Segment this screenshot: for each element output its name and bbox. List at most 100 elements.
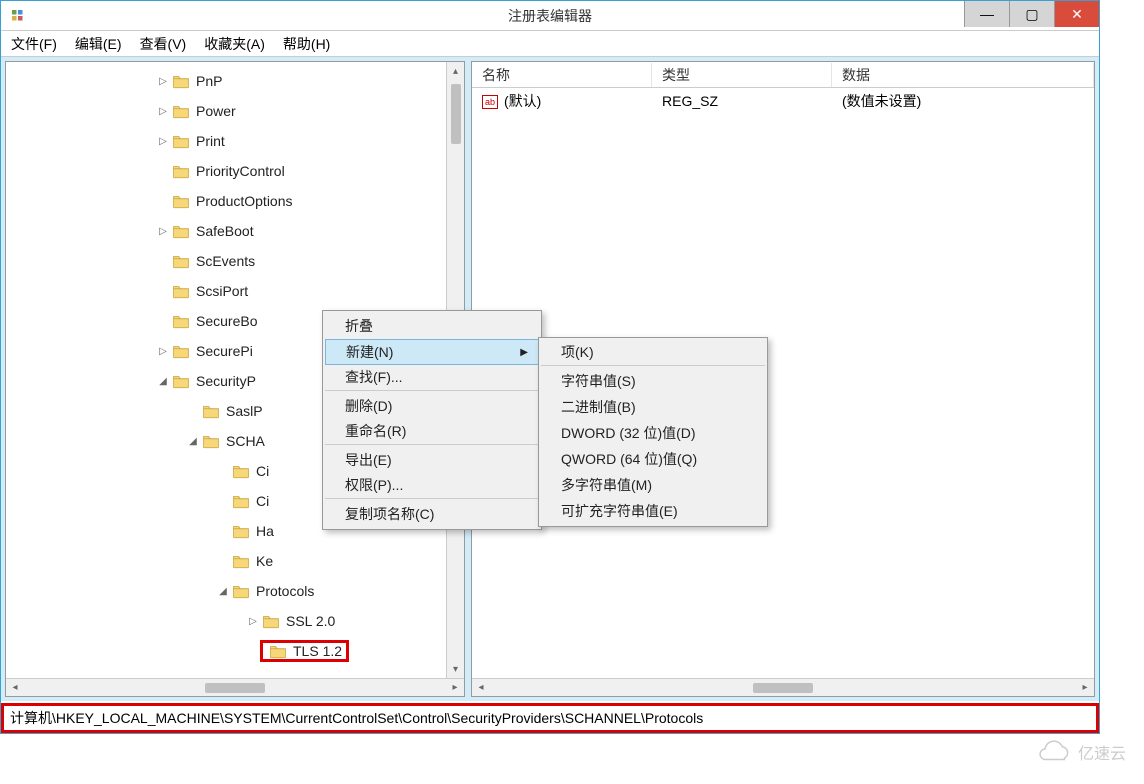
scroll-left-icon[interactable]: ◂	[6, 679, 24, 697]
context-menu-item[interactable]: 权限(P)...	[325, 473, 539, 499]
menu-edit[interactable]: 编辑(E)	[75, 34, 122, 54]
string-value-icon: ab	[482, 95, 498, 109]
tree-node[interactable]: ScEvents	[6, 246, 464, 276]
values-list[interactable]: ab(默认)REG_SZ(数值未设置)	[472, 88, 1094, 114]
scroll-left-icon[interactable]: ◂	[472, 679, 490, 697]
context-submenu-item[interactable]: QWORD (64 位)值(Q)	[541, 446, 765, 472]
expander-icon[interactable]: ◢	[216, 584, 230, 598]
tree-node[interactable]: Ke	[6, 546, 464, 576]
context-menu-item[interactable]: 删除(D)	[325, 393, 539, 419]
tree-label: PnP	[196, 73, 222, 89]
tree-node[interactable]: ▷ Print	[6, 126, 464, 156]
value-row[interactable]: ab(默认)REG_SZ(数值未设置)	[472, 88, 1094, 114]
folder-icon	[172, 163, 190, 179]
expander-icon	[216, 464, 230, 478]
tree-node[interactable]: ◢ Protocols	[6, 576, 464, 606]
tree-label: ScEvents	[196, 253, 255, 269]
menu-view[interactable]: 查看(V)	[140, 34, 187, 54]
tree-label: Print	[196, 133, 225, 149]
scroll-thumb[interactable]	[753, 683, 813, 693]
tree-node[interactable]: ▷ Power	[6, 96, 464, 126]
menu-fav[interactable]: 收藏夹(A)	[204, 34, 265, 54]
scroll-thumb[interactable]	[205, 683, 265, 693]
menu-help[interactable]: 帮助(H)	[283, 34, 330, 54]
expander-icon[interactable]: ▷	[156, 104, 170, 118]
cloud-icon	[1036, 740, 1072, 764]
context-submenu-item[interactable]: 可扩充字符串值(E)	[541, 498, 765, 524]
tree-node[interactable]: ScsiPort	[6, 276, 464, 306]
context-submenu-item[interactable]: 字符串值(S)	[541, 368, 765, 394]
folder-icon	[262, 613, 280, 629]
expander-icon[interactable]: ▷	[156, 224, 170, 238]
expander-icon	[156, 254, 170, 268]
value-name: ab(默认)	[472, 89, 652, 113]
expander-icon[interactable]: ◢	[186, 434, 200, 448]
window-title: 注册表编辑器	[508, 6, 592, 26]
expander-icon[interactable]: ▷	[156, 74, 170, 88]
tree-label: SecurityP	[196, 373, 256, 389]
folder-icon	[269, 643, 287, 659]
scroll-right-icon[interactable]: ▸	[446, 679, 464, 697]
folder-icon	[232, 583, 250, 599]
col-data[interactable]: 数据	[832, 63, 1094, 87]
selected-node[interactable]: TLS 1.2	[260, 640, 349, 662]
maximize-button[interactable]: ▢	[1009, 1, 1054, 27]
tree-label: Ha	[256, 523, 274, 539]
tree-node[interactable]: ▷SafeBoot	[6, 216, 464, 246]
tree-label: SecureBo	[196, 313, 257, 329]
scroll-up-icon[interactable]: ▴	[447, 62, 465, 80]
close-button[interactable]: ✕	[1054, 1, 1099, 27]
tree-label: TLS 1.2	[293, 643, 342, 659]
folder-icon	[172, 313, 190, 329]
status-path: 计算机\HKEY_LOCAL_MACHINE\SYSTEM\CurrentCon…	[10, 708, 703, 728]
tree-node[interactable]: ProductOptions	[6, 186, 464, 216]
menu-file[interactable]: 文件(F)	[11, 34, 57, 54]
tree-label: Power	[196, 103, 236, 119]
tree-node[interactable]: PriorityControl	[6, 156, 464, 186]
expander-icon	[156, 284, 170, 298]
scroll-down-icon[interactable]: ▾	[447, 660, 465, 678]
folder-icon	[202, 433, 220, 449]
tree-node[interactable]: ▷SSL 2.0	[6, 606, 464, 636]
tree-hscrollbar[interactable]: ◂ ▸	[6, 678, 464, 696]
expander-icon[interactable]: ▷	[156, 134, 170, 148]
col-name[interactable]: 名称	[472, 63, 652, 87]
scroll-right-icon[interactable]: ▸	[1076, 679, 1094, 697]
context-submenu-item[interactable]: DWORD (32 位)值(D)	[541, 420, 765, 446]
value-data: (数值未设置)	[832, 89, 1094, 113]
context-submenu-item[interactable]: 二进制值(B)	[541, 394, 765, 420]
tree-label: Protocols	[256, 583, 314, 599]
expander-icon	[156, 314, 170, 328]
expander-icon	[246, 644, 260, 658]
expander-icon[interactable]: ◢	[156, 374, 170, 388]
context-submenu-item[interactable]: 多字符串值(M)	[541, 472, 765, 498]
tree-label: Ke	[256, 553, 273, 569]
expander-icon	[216, 554, 230, 568]
folder-icon	[232, 553, 250, 569]
value-type: REG_SZ	[652, 91, 832, 111]
expander-icon	[186, 404, 200, 418]
tree-node[interactable]: ▷ PnP	[6, 66, 464, 96]
folder-icon	[172, 133, 190, 149]
tree-label: SCHA	[226, 433, 265, 449]
context-submenu-item[interactable]: 项(K)	[541, 340, 765, 366]
scroll-thumb[interactable]	[451, 84, 461, 144]
context-menu-item[interactable]: 查找(F)...	[325, 365, 539, 391]
context-submenu[interactable]: 项(K)字符串值(S)二进制值(B)DWORD (32 位)值(D)QWORD …	[538, 337, 768, 527]
expander-icon[interactable]: ▷	[156, 344, 170, 358]
tree-node[interactable]: TLS 1.2	[6, 636, 464, 666]
context-menu-item[interactable]: 导出(E)	[325, 447, 539, 473]
context-menu-item[interactable]: 折叠	[325, 313, 539, 339]
context-menu-item[interactable]: 新建(N)▶项(K)字符串值(S)二进制值(B)DWORD (32 位)值(D)…	[325, 339, 539, 365]
context-menu-item[interactable]: 复制项名称(C)	[325, 501, 539, 527]
titlebar: 注册表编辑器 — ▢ ✕	[1, 1, 1099, 31]
values-hscrollbar[interactable]: ◂ ▸	[472, 678, 1094, 696]
col-type[interactable]: 类型	[652, 63, 832, 87]
context-menu[interactable]: 折叠新建(N)▶项(K)字符串值(S)二进制值(B)DWORD (32 位)值(…	[322, 310, 542, 530]
tree-node[interactable]: WDigest	[6, 666, 464, 672]
tree-label: SaslP	[226, 403, 263, 419]
expander-icon[interactable]: ▷	[246, 614, 260, 628]
minimize-button[interactable]: —	[964, 1, 1009, 27]
context-menu-item[interactable]: 重命名(R)	[325, 419, 539, 445]
tree-label: Ci	[256, 493, 269, 509]
